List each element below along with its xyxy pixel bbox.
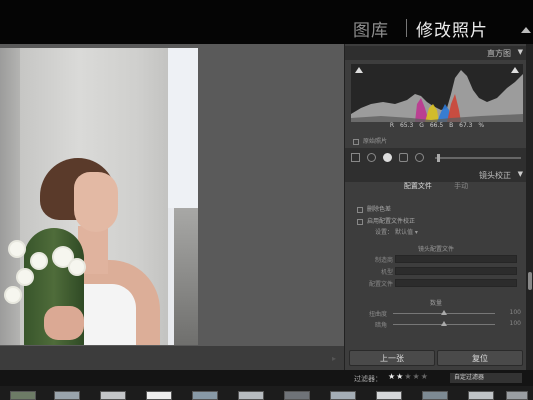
crop-tool-icon[interactable] <box>351 153 360 162</box>
module-picker: 图库 修改照片 <box>0 0 533 44</box>
original-photo-checkbox[interactable] <box>353 138 359 145</box>
rating-filter[interactable]: ★★★★★ <box>388 372 429 381</box>
toolbar-strip: ▸ <box>0 346 344 370</box>
distortion-slider[interactable]: 扭曲度 100 <box>345 309 527 318</box>
graduated-filter-icon[interactable] <box>399 153 408 162</box>
filmstrip-thumbnail[interactable] <box>506 391 528 400</box>
remove-ca-option[interactable]: 删除色差 <box>357 204 391 213</box>
collapse-histogram-icon[interactable]: ▼ <box>518 48 523 56</box>
model-label: 机型 <box>380 269 393 276</box>
filmstrip <box>0 386 533 400</box>
model-row: 机型 <box>345 267 527 276</box>
photo-face <box>74 172 118 232</box>
red-eye-icon[interactable] <box>383 153 392 162</box>
profile-correction-checkbox[interactable] <box>357 218 363 225</box>
profile-dropdown[interactable] <box>395 279 517 287</box>
filmstrip-thumbnail[interactable] <box>422 391 448 400</box>
adjustment-brush-handle[interactable] <box>437 154 440 162</box>
filter-dropdown[interactable]: 自定过滤器 <box>450 373 522 383</box>
setup-dropdown[interactable]: 默认值 <box>395 229 413 236</box>
photo-flower <box>6 288 20 302</box>
make-row: 制造商 <box>345 255 527 264</box>
filmstrip-thumbnail[interactable] <box>468 391 494 400</box>
image-workspace: ▸ <box>0 44 344 370</box>
filter-label: 过滤器： <box>354 375 382 383</box>
module-develop[interactable]: 修改照片 <box>416 16 488 41</box>
filmstrip-thumbnail[interactable] <box>192 391 218 400</box>
develop-right-panel: 直方图 ▼ R 65.3 G 66.5 B 67.3 % 原始照片 镜头校正 ▼… <box>344 44 527 370</box>
shadow-clipping-icon[interactable] <box>355 67 363 73</box>
profile-correction-option[interactable]: 启用配置文件校正 <box>357 216 415 225</box>
highlight-clipping-icon[interactable] <box>511 67 519 73</box>
photo-hand <box>44 306 84 340</box>
adjustment-brush-bar[interactable] <box>435 157 521 159</box>
collapse-lens-icon[interactable]: ▼ <box>518 170 523 178</box>
spot-removal-icon[interactable] <box>367 153 376 162</box>
photo-flower <box>18 270 32 284</box>
vignetting-value: 100 <box>509 320 521 327</box>
model-dropdown[interactable] <box>395 267 517 275</box>
photo-preview[interactable] <box>0 48 198 345</box>
photo-flower <box>54 248 72 266</box>
collapse-top-panel-icon[interactable] <box>521 27 531 33</box>
panel-scrollbar-thumb[interactable] <box>528 272 532 290</box>
tab-manual[interactable]: 手动 <box>454 181 468 191</box>
tool-strip <box>345 148 527 168</box>
photo-building <box>174 208 198 345</box>
previous-button[interactable]: 上一张 <box>349 350 435 366</box>
filmstrip-thumbnail[interactable] <box>146 391 172 400</box>
filmstrip-thumbnail[interactable] <box>54 391 80 400</box>
star-icon[interactable]: ★ <box>404 372 412 381</box>
profile-label: 配置文件 <box>368 281 393 288</box>
make-dropdown[interactable] <box>395 255 517 263</box>
lens-correction-header[interactable]: 镜头校正 ▼ <box>345 168 527 182</box>
radial-filter-icon[interactable] <box>415 153 424 162</box>
tab-profile[interactable]: 配置文件 <box>404 181 432 191</box>
profile-row: 配置文件 <box>345 279 527 288</box>
histogram-graph <box>351 70 523 122</box>
vignetting-label: 暗角 <box>374 322 387 329</box>
panel-scrollbar[interactable] <box>526 44 533 370</box>
rgb-readout: R 65.3 G 66.5 B 67.3 % <box>389 122 485 129</box>
lens-profile-title: 镜头配置文件 <box>417 246 454 253</box>
filmstrip-thumbnail[interactable] <box>376 391 402 400</box>
histogram[interactable] <box>351 64 523 122</box>
module-separator <box>406 19 407 37</box>
distortion-value: 100 <box>509 309 521 316</box>
remove-ca-checkbox[interactable] <box>357 206 363 213</box>
photo-flower <box>32 254 46 268</box>
star-icon[interactable]: ★ <box>421 372 429 381</box>
lens-correction-title: 镜头校正 <box>479 171 511 180</box>
vignetting-slider[interactable]: 暗角 100 <box>345 320 527 329</box>
filmstrip-thumbnail[interactable] <box>10 391 36 400</box>
photo-flower <box>10 242 24 256</box>
filmstrip-thumbnail[interactable] <box>330 391 356 400</box>
photo-sky <box>168 48 198 208</box>
distortion-label: 扭曲度 <box>368 311 387 318</box>
module-library[interactable]: 图库 <box>353 16 389 41</box>
make-label: 制造商 <box>374 257 393 264</box>
original-photo-toggle[interactable]: 原始照片 <box>353 136 387 145</box>
histogram-title: 直方图 <box>487 49 511 58</box>
filmstrip-filter-bar: 过滤器： ★★★★★ 自定过滤器 <box>0 370 533 386</box>
star-icon[interactable]: ★ <box>413 372 421 381</box>
filmstrip-thumbnail[interactable] <box>100 391 126 400</box>
amount-title: 数量 <box>429 300 442 307</box>
vignetting-handle[interactable] <box>441 321 447 326</box>
lens-tabs: 配置文件 手动 <box>345 181 527 191</box>
star-icon[interactable]: ★ <box>388 372 396 381</box>
histogram-header[interactable]: 直方图 ▼ <box>345 46 527 60</box>
toolbar-toggle-icon[interactable]: ▸ <box>332 354 336 363</box>
setup-row[interactable]: 设置： 默认值 ▾ <box>375 227 418 236</box>
distortion-handle[interactable] <box>441 310 447 315</box>
photo-flower <box>70 260 84 274</box>
filmstrip-thumbnail[interactable] <box>238 391 264 400</box>
filmstrip-thumbnail[interactable] <box>284 391 310 400</box>
reset-button[interactable]: 复位 <box>437 350 523 366</box>
